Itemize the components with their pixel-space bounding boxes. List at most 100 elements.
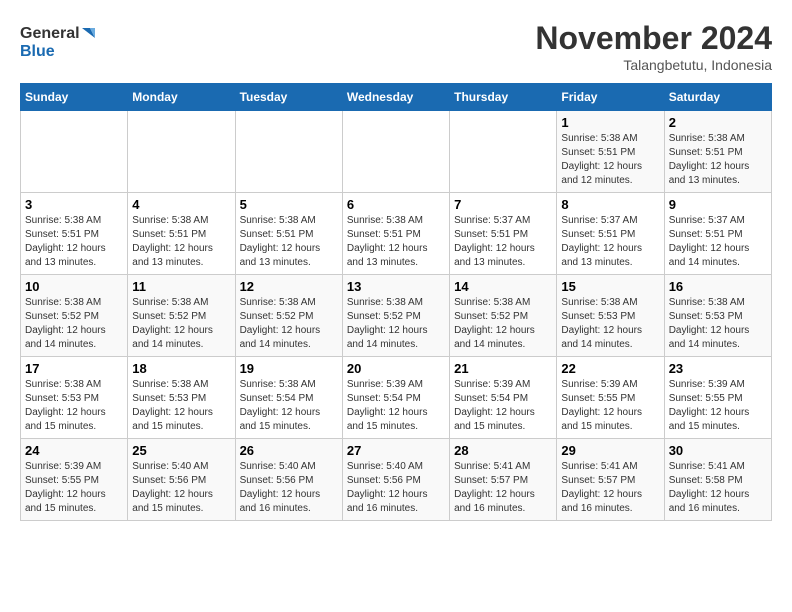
day-number: 26 xyxy=(240,443,338,458)
day-number: 2 xyxy=(669,115,767,130)
day-cell: 25Sunrise: 5:40 AMSunset: 5:56 PMDayligh… xyxy=(128,439,235,521)
day-cell: 17 Sunrise: 5:38 AMSunset: 5:53 PMDayligh… xyxy=(21,357,128,439)
day-number: 27 xyxy=(347,443,445,458)
day-info: Sunrise: 5:37 AMSunset: 5:51 PMDaylight:… xyxy=(669,214,767,270)
weekday-header-row: SundayMondayTuesdayWednesdayThursdayFrid… xyxy=(21,84,772,111)
day-info: Sunrise: 5:37 AMSunset: 5:51 PMDaylight:… xyxy=(561,214,659,270)
day-number: 11 xyxy=(132,279,230,294)
day-info: Sunrise: 5:41 AMSunset: 5:58 PMDaylight:… xyxy=(669,460,767,516)
day-cell: 15 Sunrise: 5:38 AMSunset: 5:53 PMDayligh… xyxy=(557,275,664,357)
day-cell xyxy=(21,111,128,193)
week-row-1: 1Sunrise: 5:38 AMSunset: 5:51 PMDaylight… xyxy=(21,111,772,193)
day-info: Sunrise: 5:39 AMSunset: 5:55 PMDaylight:… xyxy=(669,378,767,434)
day-info: Sunrise: 5:39 AMSunset: 5:55 PMDaylight:… xyxy=(25,460,123,516)
weekday-header-tuesday: Tuesday xyxy=(235,84,342,111)
day-info: Sunrise: 5:38 AMSunset: 5:53 PMDaylight:… xyxy=(25,378,123,434)
day-cell: 7 Sunrise: 5:37 AMSunset: 5:51 PMDaylight… xyxy=(450,193,557,275)
day-number: 4 xyxy=(132,197,230,212)
day-cell: 5 Sunrise: 5:38 AMSunset: 5:51 PMDaylight… xyxy=(235,193,342,275)
day-info: Sunrise: 5:39 AMSunset: 5:54 PMDaylight:… xyxy=(454,378,552,434)
day-number: 14 xyxy=(454,279,552,294)
day-info: Sunrise: 5:38 AMSunset: 5:52 PMDaylight:… xyxy=(25,296,123,352)
day-info: Sunrise: 5:38 AMSunset: 5:52 PMDaylight:… xyxy=(132,296,230,352)
day-number: 8 xyxy=(561,197,659,212)
svg-text:General: General xyxy=(20,25,80,42)
day-info: Sunrise: 5:38 AMSunset: 5:51 PMDaylight:… xyxy=(132,214,230,270)
svg-text:Blue: Blue xyxy=(20,43,55,60)
day-number: 18 xyxy=(132,361,230,376)
day-cell xyxy=(128,111,235,193)
week-row-3: 10 Sunrise: 5:38 AMSunset: 5:52 PMDayligh… xyxy=(21,275,772,357)
day-cell: 18 Sunrise: 5:38 AMSunset: 5:53 PMDayligh… xyxy=(128,357,235,439)
day-number: 17 xyxy=(25,361,123,376)
week-row-2: 3 Sunrise: 5:38 AMSunset: 5:51 PMDaylight… xyxy=(21,193,772,275)
day-number: 13 xyxy=(347,279,445,294)
day-number: 6 xyxy=(347,197,445,212)
location: Talangbetutu, Indonesia xyxy=(535,57,772,73)
weekday-header-wednesday: Wednesday xyxy=(342,84,449,111)
weekday-header-thursday: Thursday xyxy=(450,84,557,111)
day-number: 23 xyxy=(669,361,767,376)
day-number: 19 xyxy=(240,361,338,376)
day-info: Sunrise: 5:38 AMSunset: 5:52 PMDaylight:… xyxy=(240,296,338,352)
day-number: 28 xyxy=(454,443,552,458)
day-cell: 11 Sunrise: 5:38 AMSunset: 5:52 PMDayligh… xyxy=(128,275,235,357)
day-info: Sunrise: 5:38 AMSunset: 5:51 PMDaylight:… xyxy=(25,214,123,270)
page-header: GeneralBlue November 2024 Talangbetutu, … xyxy=(20,20,772,73)
day-cell: 3 Sunrise: 5:38 AMSunset: 5:51 PMDaylight… xyxy=(21,193,128,275)
week-row-4: 17 Sunrise: 5:38 AMSunset: 5:53 PMDayligh… xyxy=(21,357,772,439)
day-info: Sunrise: 5:38 AMSunset: 5:53 PMDaylight:… xyxy=(669,296,767,352)
day-info: Sunrise: 5:38 AMSunset: 5:51 PMDaylight:… xyxy=(240,214,338,270)
logo-svg: GeneralBlue xyxy=(20,20,100,60)
day-cell xyxy=(450,111,557,193)
day-info: Sunrise: 5:40 AMSunset: 5:56 PMDaylight:… xyxy=(347,460,445,516)
day-number: 25 xyxy=(132,443,230,458)
day-number: 12 xyxy=(240,279,338,294)
day-info: Sunrise: 5:38 AMSunset: 5:51 PMDaylight:… xyxy=(669,132,767,188)
day-info: Sunrise: 5:37 AMSunset: 5:51 PMDaylight:… xyxy=(454,214,552,270)
day-cell: 9 Sunrise: 5:37 AMSunset: 5:51 PMDaylight… xyxy=(664,193,771,275)
day-info: Sunrise: 5:38 AMSunset: 5:51 PMDaylight:… xyxy=(347,214,445,270)
day-cell: 21 Sunrise: 5:39 AMSunset: 5:54 PMDayligh… xyxy=(450,357,557,439)
day-cell: 30 Sunrise: 5:41 AMSunset: 5:58 PMDayligh… xyxy=(664,439,771,521)
day-cell: 24Sunrise: 5:39 AMSunset: 5:55 PMDayligh… xyxy=(21,439,128,521)
day-cell: 2 Sunrise: 5:38 AMSunset: 5:51 PMDaylight… xyxy=(664,111,771,193)
day-cell: 19 Sunrise: 5:38 AMSunset: 5:54 PMDayligh… xyxy=(235,357,342,439)
day-info: Sunrise: 5:38 AMSunset: 5:52 PMDaylight:… xyxy=(347,296,445,352)
day-cell: 20 Sunrise: 5:39 AMSunset: 5:54 PMDayligh… xyxy=(342,357,449,439)
day-info: Sunrise: 5:40 AMSunset: 5:56 PMDaylight:… xyxy=(240,460,338,516)
day-cell: 16Sunrise: 5:38 AMSunset: 5:53 PMDayligh… xyxy=(664,275,771,357)
day-info: Sunrise: 5:38 AMSunset: 5:53 PMDaylight:… xyxy=(561,296,659,352)
day-info: Sunrise: 5:38 AMSunset: 5:54 PMDaylight:… xyxy=(240,378,338,434)
month-title: November 2024 xyxy=(535,20,772,57)
day-number: 30 xyxy=(669,443,767,458)
weekday-header-friday: Friday xyxy=(557,84,664,111)
weekday-header-saturday: Saturday xyxy=(664,84,771,111)
day-number: 9 xyxy=(669,197,767,212)
day-info: Sunrise: 5:38 AMSunset: 5:53 PMDaylight:… xyxy=(132,378,230,434)
day-cell: 13 Sunrise: 5:38 AMSunset: 5:52 PMDayligh… xyxy=(342,275,449,357)
day-cell: 28 Sunrise: 5:41 AMSunset: 5:57 PMDayligh… xyxy=(450,439,557,521)
day-number: 3 xyxy=(25,197,123,212)
day-cell: 22Sunrise: 5:39 AMSunset: 5:55 PMDayligh… xyxy=(557,357,664,439)
day-cell xyxy=(235,111,342,193)
weekday-header-sunday: Sunday xyxy=(21,84,128,111)
day-info: Sunrise: 5:41 AMSunset: 5:57 PMDaylight:… xyxy=(454,460,552,516)
day-number: 7 xyxy=(454,197,552,212)
day-number: 20 xyxy=(347,361,445,376)
day-cell: 8 Sunrise: 5:37 AMSunset: 5:51 PMDaylight… xyxy=(557,193,664,275)
day-cell: 29Sunrise: 5:41 AMSunset: 5:57 PMDayligh… xyxy=(557,439,664,521)
day-cell: 1Sunrise: 5:38 AMSunset: 5:51 PMDaylight… xyxy=(557,111,664,193)
day-number: 10 xyxy=(25,279,123,294)
week-row-5: 24Sunrise: 5:39 AMSunset: 5:55 PMDayligh… xyxy=(21,439,772,521)
day-info: Sunrise: 5:39 AMSunset: 5:54 PMDaylight:… xyxy=(347,378,445,434)
weekday-header-monday: Monday xyxy=(128,84,235,111)
logo: GeneralBlue xyxy=(20,20,100,60)
day-info: Sunrise: 5:39 AMSunset: 5:55 PMDaylight:… xyxy=(561,378,659,434)
day-cell: 6 Sunrise: 5:38 AMSunset: 5:51 PMDaylight… xyxy=(342,193,449,275)
day-cell: 12 Sunrise: 5:38 AMSunset: 5:52 PMDayligh… xyxy=(235,275,342,357)
day-number: 15 xyxy=(561,279,659,294)
day-number: 29 xyxy=(561,443,659,458)
day-number: 5 xyxy=(240,197,338,212)
day-number: 21 xyxy=(454,361,552,376)
